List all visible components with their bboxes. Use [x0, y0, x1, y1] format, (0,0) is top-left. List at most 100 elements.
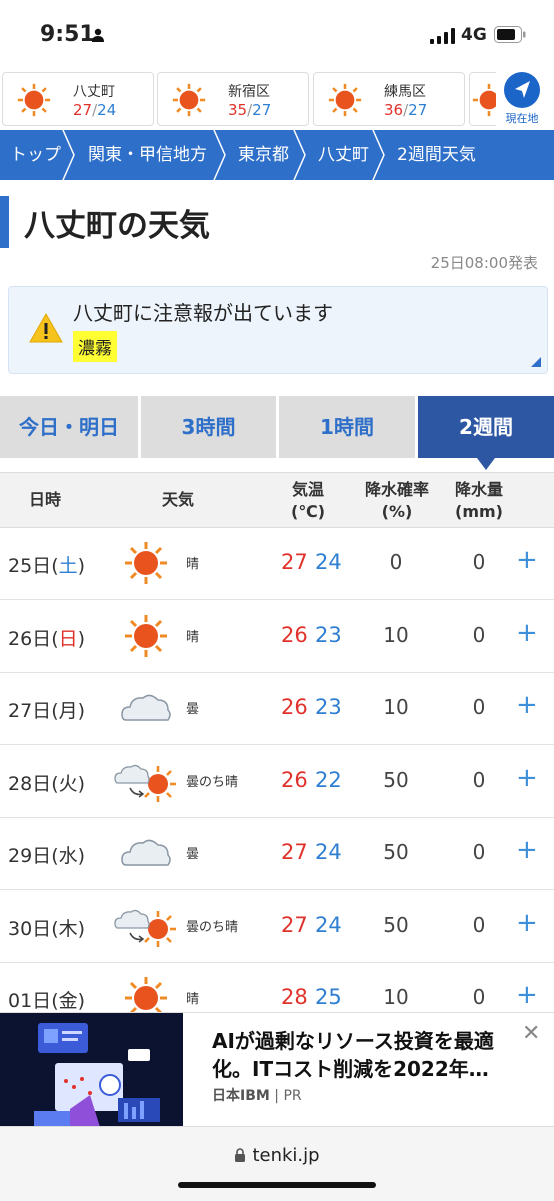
ad-sponsor: 日本IBM | PR [212, 1088, 302, 1104]
breadcrumb-item-top[interactable]: トップ [10, 130, 61, 180]
current-location-button[interactable]: 現在地 [496, 70, 548, 126]
tab-today-tomorrow[interactable]: 今日・明日 [0, 396, 138, 458]
signal-icon [430, 28, 455, 44]
cloudy-then-sunny-icon [114, 764, 176, 802]
expand-plus-icon[interactable]: + [516, 908, 538, 938]
breadcrumb-item-prefecture[interactable]: 東京都 [238, 130, 289, 180]
tab-3hour[interactable]: 3時間 [141, 396, 276, 458]
precip-amount: 0 [472, 985, 486, 1009]
tab-2weeks[interactable]: 2週間 [418, 396, 554, 470]
precip-probability: 50 [383, 912, 409, 937]
temp-high: 27 [281, 840, 308, 864]
location-card-nerima[interactable]: 練馬区 36/27 [313, 72, 465, 126]
status-time: 9:51 [40, 22, 95, 47]
forecast-date: 28日(火) [8, 772, 86, 795]
expand-plus-icon[interactable]: + [516, 980, 538, 1010]
location-temps: 27/24 [73, 101, 117, 119]
tab-1hour[interactable]: 1時間 [279, 396, 415, 458]
expand-plus-icon[interactable]: + [516, 835, 538, 865]
ad-banner[interactable]: AIが過剰なリソース投資を最適化。ITコスト削減を2022年… 日本IBM | … [0, 1012, 554, 1127]
header-temp: 気温 (℃) [291, 480, 325, 521]
weather-text: 曇のち晴 [186, 919, 239, 935]
precip-amount: 0 [472, 840, 486, 864]
forecast-row[interactable]: 25日(土) 晴 27 24 0 0 + [0, 527, 554, 600]
location-name: 練馬区 [384, 84, 426, 100]
precip-probability: 10 [383, 695, 409, 719]
browser-address-bar[interactable]: tenki.jp [0, 1126, 554, 1201]
person-icon [92, 28, 104, 42]
forecast-date: 29日(水) [8, 845, 86, 867]
breadcrumb-item-region[interactable]: 関東・甲信地方 [88, 130, 207, 180]
location-card-hachijo[interactable]: 八丈町 27/24 [2, 72, 154, 126]
status-bar: 9:51 4G [0, 0, 554, 66]
ad-image[interactable] [0, 1013, 183, 1127]
header-precip-amount: 降水量 (mm) [454, 480, 503, 521]
forecast-date: 01日(金) [8, 990, 86, 1012]
weekday: 水 [58, 845, 78, 867]
cloudy-then-sunny-icon [114, 909, 176, 947]
warning-icon [29, 313, 63, 343]
weather-text: 晴 [186, 629, 200, 645]
breadcrumb-item-town[interactable]: 八丈町 [318, 130, 369, 180]
weekday: 日 [58, 627, 78, 650]
header-date: 日時 [28, 490, 61, 509]
precip-amount: 0 [472, 767, 486, 792]
lock-icon [235, 1148, 246, 1162]
forecast-date: 27日(月) [8, 700, 86, 722]
sunny-icon [125, 542, 167, 584]
forecast-row[interactable]: 29日(水) 曇 27 24 50 0 + [0, 817, 554, 890]
page-title: 八丈町の天気 [24, 208, 210, 244]
ad-headline[interactable]: AIが過剰なリソース投資を最適化。ITコスト削減を2022年… [212, 1027, 518, 1083]
home-indicator [178, 1182, 376, 1188]
temp-high: 26 [281, 695, 308, 719]
expand-plus-icon[interactable]: + [516, 763, 538, 793]
issued-time: 25日08:00発表 [430, 254, 538, 272]
precip-amount: 0 [472, 622, 486, 647]
temp-low: 24 [315, 840, 342, 864]
forecast-row[interactable]: 26日(日) 晴 26 23 10 0 + [0, 600, 554, 673]
forecast-row[interactable]: 30日(木) 曇のち晴 27 24 50 0 + [0, 890, 554, 963]
advisory-alert[interactable]: 八丈町に注意報が出ています 濃霧 [8, 286, 548, 374]
chevron-right-icon [213, 130, 226, 180]
expand-plus-icon[interactable]: + [516, 618, 538, 648]
weather-text: 晴 [186, 557, 200, 572]
location-name: 八丈町 [73, 84, 115, 100]
weekday: 月 [58, 700, 78, 722]
chevron-right-icon [372, 130, 385, 180]
weekday: 火 [58, 772, 78, 795]
url-display[interactable]: tenki.jp [0, 1145, 554, 1166]
temp-high: 27 [281, 550, 308, 574]
precip-amount: 0 [472, 550, 486, 574]
temp-high: 26 [281, 767, 308, 792]
page-title-block: 八丈町の天気 [0, 196, 554, 248]
cloudy-icon [121, 694, 171, 721]
weekday: 木 [58, 917, 78, 940]
precip-probability: 50 [383, 840, 409, 864]
title-accent-bar [0, 196, 9, 248]
forecast-table-header: 日時 天気 気温 (℃) 降水確率 (%) 降水量 (mm) [0, 472, 554, 528]
forecast-tabs: 今日・明日 3時間 1時間 2週間 [0, 396, 554, 470]
weekday: 土 [58, 555, 78, 577]
forecast-date: 26日(日) [8, 627, 86, 650]
temp-low: 23 [315, 695, 342, 719]
cloudy-icon [121, 839, 171, 866]
close-icon[interactable]: ✕ [522, 1021, 540, 1046]
precip-probability: 0 [389, 550, 403, 574]
temp-low: 24 [315, 550, 342, 574]
precip-amount: 0 [472, 912, 486, 937]
precip-probability: 10 [383, 985, 409, 1009]
temp-low: 22 [315, 767, 342, 792]
location-name: 新宿区 [228, 84, 270, 100]
precip-probability: 10 [383, 622, 409, 647]
advisory-badge: 濃霧 [73, 331, 117, 362]
forecast-row[interactable]: 28日(火) 曇のち晴 26 22 50 0 + [0, 745, 554, 818]
location-card-shinjuku[interactable]: 新宿区 35/27 [157, 72, 309, 126]
expand-plus-icon[interactable]: + [516, 690, 538, 720]
temp-low: 24 [315, 912, 342, 937]
precip-probability: 50 [383, 767, 409, 792]
forecast-row[interactable]: 27日(月) 曇 26 23 10 0 + [0, 672, 554, 745]
temp-low: 23 [315, 622, 342, 647]
expand-plus-icon[interactable]: + [516, 545, 538, 575]
temp-high: 28 [281, 985, 308, 1009]
chevron-right-icon [293, 130, 306, 180]
